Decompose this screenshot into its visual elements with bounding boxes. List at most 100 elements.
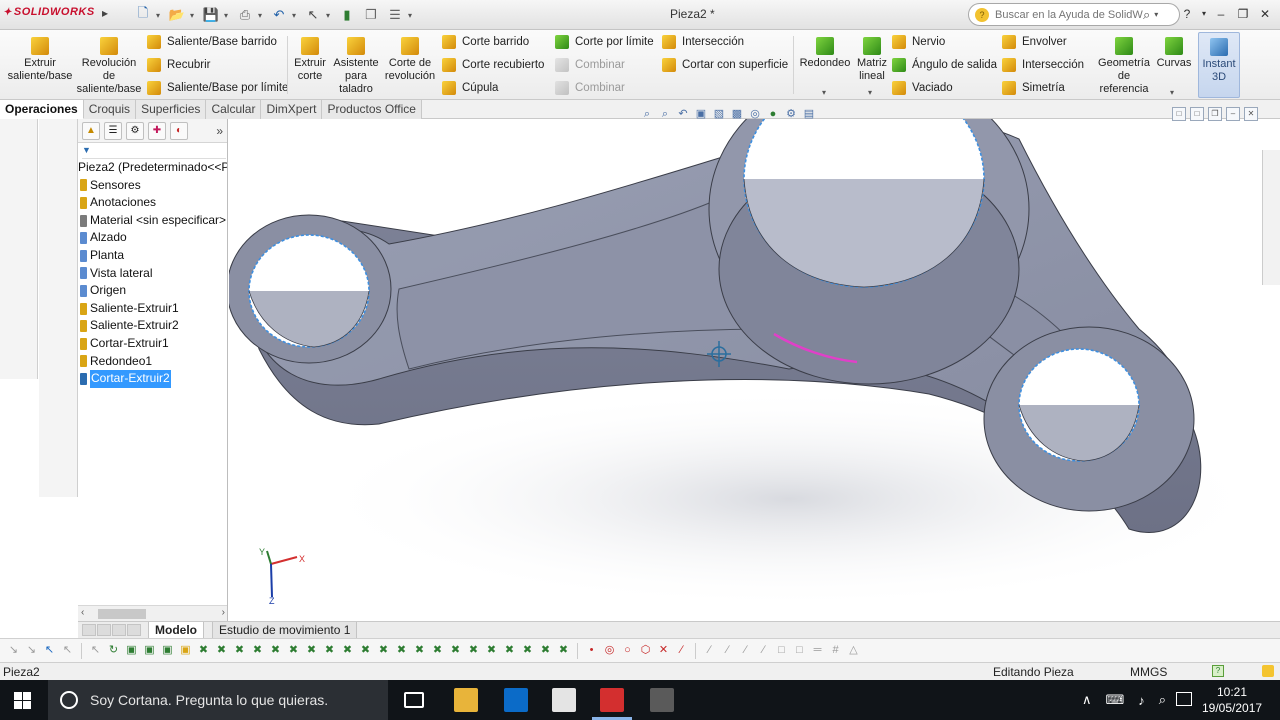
tab-productos-office[interactable]: Productos Office	[322, 100, 422, 119]
tb-icon-23[interactable]: ✖	[412, 643, 427, 658]
print-dropdown-icon[interactable]: ▾	[258, 5, 266, 25]
logo-menu-arrow-icon[interactable]: ▸	[102, 6, 112, 22]
solidworks-taskbar-icon[interactable]	[600, 688, 624, 712]
viewport-minimize-icon[interactable]: –	[1226, 107, 1240, 121]
trim-icon[interactable]: ✕	[656, 643, 671, 658]
open-folder-icon[interactable]: 📂	[166, 5, 188, 25]
tb-icon-24[interactable]: ✖	[430, 643, 445, 658]
tree-item[interactable]: Saliente-Extruir2	[78, 317, 227, 335]
strip-feature-icon-9[interactable]	[6, 267, 20, 281]
strip-feature-icon-5[interactable]	[6, 195, 20, 209]
revolve-cut-button[interactable]: Corte de revolución	[382, 34, 438, 83]
select-dropdown-icon[interactable]: ▾	[326, 5, 334, 25]
options-dropdown-icon[interactable]: ▾	[408, 5, 416, 25]
tb-icon-15[interactable]: ✖	[268, 643, 283, 658]
tb-icon-26[interactable]: ✖	[466, 643, 481, 658]
pattern-dropdown-icon[interactable]: ▾	[868, 88, 872, 97]
print-icon[interactable]: ⎙	[234, 5, 256, 25]
file-explorer-taskbar-icon[interactable]	[454, 688, 478, 712]
inner-tool-icon-12[interactable]	[51, 321, 65, 335]
scene-icon[interactable]: ⚙	[784, 107, 798, 121]
strip-feature-icon-2[interactable]	[6, 141, 20, 155]
expand-tabs-icon[interactable]: »	[216, 124, 223, 138]
tb-icon-9[interactable]: ▣	[160, 643, 175, 658]
tb-icon-28[interactable]: ✖	[502, 643, 517, 658]
tree-item[interactable]: Planta	[78, 247, 227, 265]
new-document-icon[interactable]: 🗋	[132, 5, 154, 25]
minimize-icon[interactable]: –	[1212, 5, 1230, 23]
prev-tab-icon[interactable]	[97, 624, 111, 636]
tb-icon-3[interactable]: ↖	[42, 643, 57, 658]
cortana-search-box[interactable]: Soy Cortana. Pregunta lo que quieras.	[48, 680, 388, 720]
section-view-icon[interactable]: ▣	[694, 107, 708, 121]
status-units[interactable]: MMGS	[1130, 665, 1167, 679]
open-dropdown-icon[interactable]: ▾	[190, 5, 198, 25]
tab-modelo[interactable]: Modelo	[148, 622, 204, 639]
tb-icon-2[interactable]: ↘	[24, 643, 39, 658]
solidworks-logo[interactable]: ✦ SOLIDWORKS	[3, 6, 95, 18]
fillet-dropdown-icon[interactable]: ▾	[822, 88, 826, 97]
undo-icon[interactable]: ↶	[268, 5, 290, 25]
tree-item[interactable]: Saliente-Extruir1	[78, 300, 227, 318]
tab-operaciones[interactable]: Operaciones	[0, 100, 84, 119]
tree-item[interactable]: Cortar-Extruir2	[78, 370, 227, 388]
property-manager-tab-icon[interactable]: ☰	[104, 121, 122, 140]
tb-icon-1[interactable]: ↘	[6, 643, 21, 658]
view-settings-icon[interactable]: ▤	[802, 107, 816, 121]
rebuild-status-icon[interactable]: ?	[1212, 665, 1224, 677]
scroll-right-icon[interactable]: ›	[222, 607, 225, 618]
help-icon[interactable]: ?	[1178, 5, 1196, 23]
tb-icon-17[interactable]: ✖	[304, 643, 319, 658]
point-icon[interactable]: •	[584, 643, 599, 658]
photos-taskbar-icon[interactable]	[552, 688, 576, 712]
tb-icon-18[interactable]: ✖	[322, 643, 337, 658]
dome-button[interactable]: Cúpula	[442, 81, 498, 95]
display-manager-tab-icon[interactable]: ◐	[170, 121, 188, 140]
tb-icon-6[interactable]: ↻	[106, 643, 121, 658]
tree-item[interactable]: Alzado	[78, 229, 227, 247]
tree-root-part[interactable]: Pieza2 (Predeterminado<<Pr	[78, 159, 227, 177]
reference-geometry-button[interactable]: Geometría de referencia	[1096, 34, 1152, 96]
inner-tool-icon-1[interactable]	[51, 123, 65, 137]
inner-tool-icon-18[interactable]	[51, 429, 65, 443]
windows-start-icon[interactable]	[14, 692, 31, 709]
rib-button[interactable]: Nervio	[892, 35, 945, 49]
tab-motion-study[interactable]: Estudio de movimiento 1	[212, 622, 358, 639]
previous-view-icon[interactable]: ↶	[676, 107, 690, 121]
3d-content-central-icon[interactable]	[1266, 257, 1278, 269]
tb-icon-27[interactable]: ✖	[484, 643, 499, 658]
tab-calcular[interactable]: Calcular	[206, 100, 262, 119]
keyboard-icon[interactable]: ⌨	[1106, 692, 1125, 708]
fillet-button[interactable]: Redondeo	[797, 34, 853, 70]
tb-icon-21[interactable]: ✖	[376, 643, 391, 658]
tree-item[interactable]: Material <sin especificar>	[78, 212, 227, 230]
sketch-tool-icon-2[interactable]: ∕	[720, 643, 735, 658]
solidworks-resources-icon[interactable]	[1266, 155, 1278, 167]
feature-tree-tab-icon[interactable]: ▲	[82, 121, 100, 140]
close-icon[interactable]: ✕	[1256, 5, 1274, 23]
curves-button[interactable]: Curvas	[1154, 34, 1194, 70]
shell-button[interactable]: Vaciado	[892, 81, 953, 95]
instant3d-button[interactable]: Instant 3D	[1198, 32, 1240, 98]
help-status-icon[interactable]	[1262, 665, 1274, 677]
inner-tool-icon-5[interactable]	[51, 195, 65, 209]
inner-tool-icon-6[interactable]	[51, 213, 65, 227]
tb-icon-22[interactable]: ✖	[394, 643, 409, 658]
tree-item[interactable]: Vista lateral	[78, 265, 227, 283]
strip-feature-icon-4[interactable]	[6, 177, 20, 191]
mirror-button[interactable]: Simetría	[1002, 81, 1065, 95]
inner-tool-icon-13[interactable]	[51, 339, 65, 353]
wrap-button[interactable]: Envolver	[1002, 35, 1067, 49]
swept-boss-button[interactable]: Saliente/Base barrido	[147, 35, 277, 49]
show-hidden-icons-icon[interactable]: ∧	[1082, 692, 1092, 708]
action-center-icon[interactable]	[1176, 692, 1192, 706]
tb-icon-12[interactable]: ✖	[214, 643, 229, 658]
tb-icon-14[interactable]: ✖	[250, 643, 265, 658]
tb-icon-30[interactable]: ✖	[538, 643, 553, 658]
rebuild-icon[interactable]: ▮	[336, 5, 358, 25]
appearances-icon[interactable]	[1266, 223, 1278, 235]
polygon-icon[interactable]: ⬡	[638, 643, 653, 658]
loft-button[interactable]: Recubrir	[147, 58, 210, 72]
select-arrow-icon[interactable]: ↖	[302, 5, 324, 25]
view-palette-icon[interactable]	[1266, 206, 1278, 218]
